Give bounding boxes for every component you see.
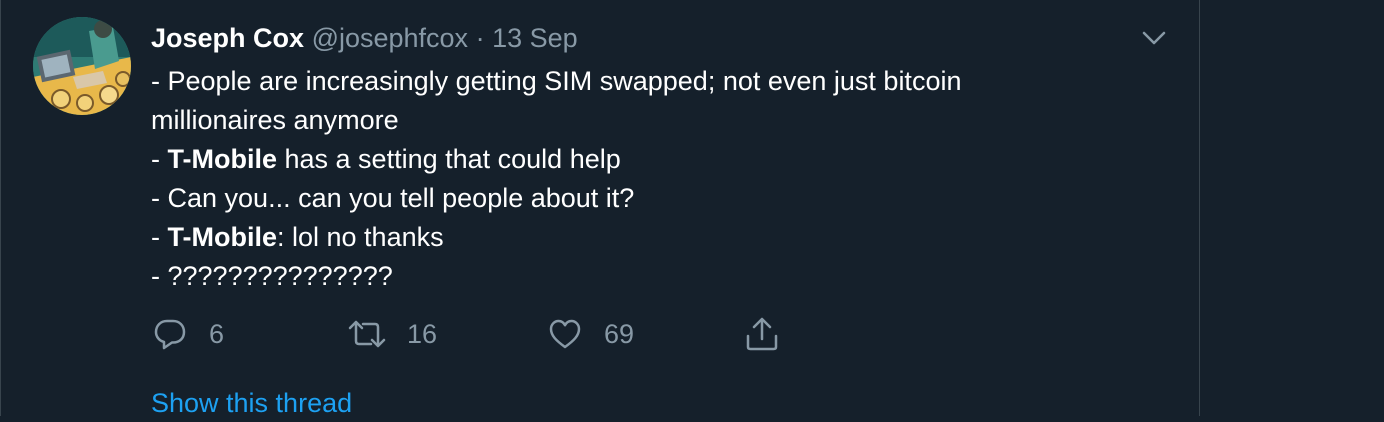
tweet-line: - T-Mobile: lol no thanks bbox=[151, 222, 444, 252]
author-handle[interactable]: @josephfcox bbox=[312, 23, 469, 53]
reply-icon bbox=[154, 319, 186, 350]
tweet-date[interactable]: 13 Sep bbox=[492, 23, 578, 53]
tweet-line: - T-Mobile has a setting that could help bbox=[151, 144, 621, 174]
tweet-header: Joseph Cox @josephfcox · 13 Sep bbox=[151, 21, 578, 55]
like-button[interactable]: 69 bbox=[548, 314, 634, 354]
tweet-line: - ??????????????? bbox=[151, 261, 393, 291]
reply-button[interactable]: 6 bbox=[153, 314, 224, 354]
avatar-image bbox=[33, 17, 131, 115]
share-icon bbox=[746, 317, 778, 351]
retweet-button[interactable]: 16 bbox=[347, 314, 437, 354]
show-thread-link[interactable]: Show this thread bbox=[151, 384, 352, 422]
bold-mention: T-Mobile bbox=[167, 222, 278, 252]
author-name[interactable]: Joseph Cox bbox=[151, 23, 304, 53]
share-button[interactable] bbox=[745, 314, 779, 354]
header-separator: · bbox=[475, 23, 485, 53]
bold-mention: T-Mobile bbox=[167, 144, 278, 174]
retweet-icon bbox=[348, 320, 386, 348]
column-divider-right bbox=[1199, 0, 1200, 416]
tweet-line: - Can you... can you tell people about i… bbox=[151, 183, 635, 213]
column-divider-left bbox=[0, 0, 1, 416]
like-icon bbox=[549, 319, 581, 349]
tweet-line: millionaires anymore bbox=[151, 105, 399, 135]
tweet-menu-button[interactable] bbox=[1138, 22, 1170, 54]
chevron-down-icon bbox=[1142, 31, 1166, 45]
reply-count: 6 bbox=[209, 318, 225, 349]
tweet-text: - People are increasingly getting SIM sw… bbox=[151, 62, 1151, 296]
retweet-count: 16 bbox=[407, 318, 438, 349]
like-count: 69 bbox=[604, 318, 635, 349]
tweet-line: - People are increasingly getting SIM sw… bbox=[151, 66, 962, 96]
avatar[interactable] bbox=[33, 17, 131, 115]
